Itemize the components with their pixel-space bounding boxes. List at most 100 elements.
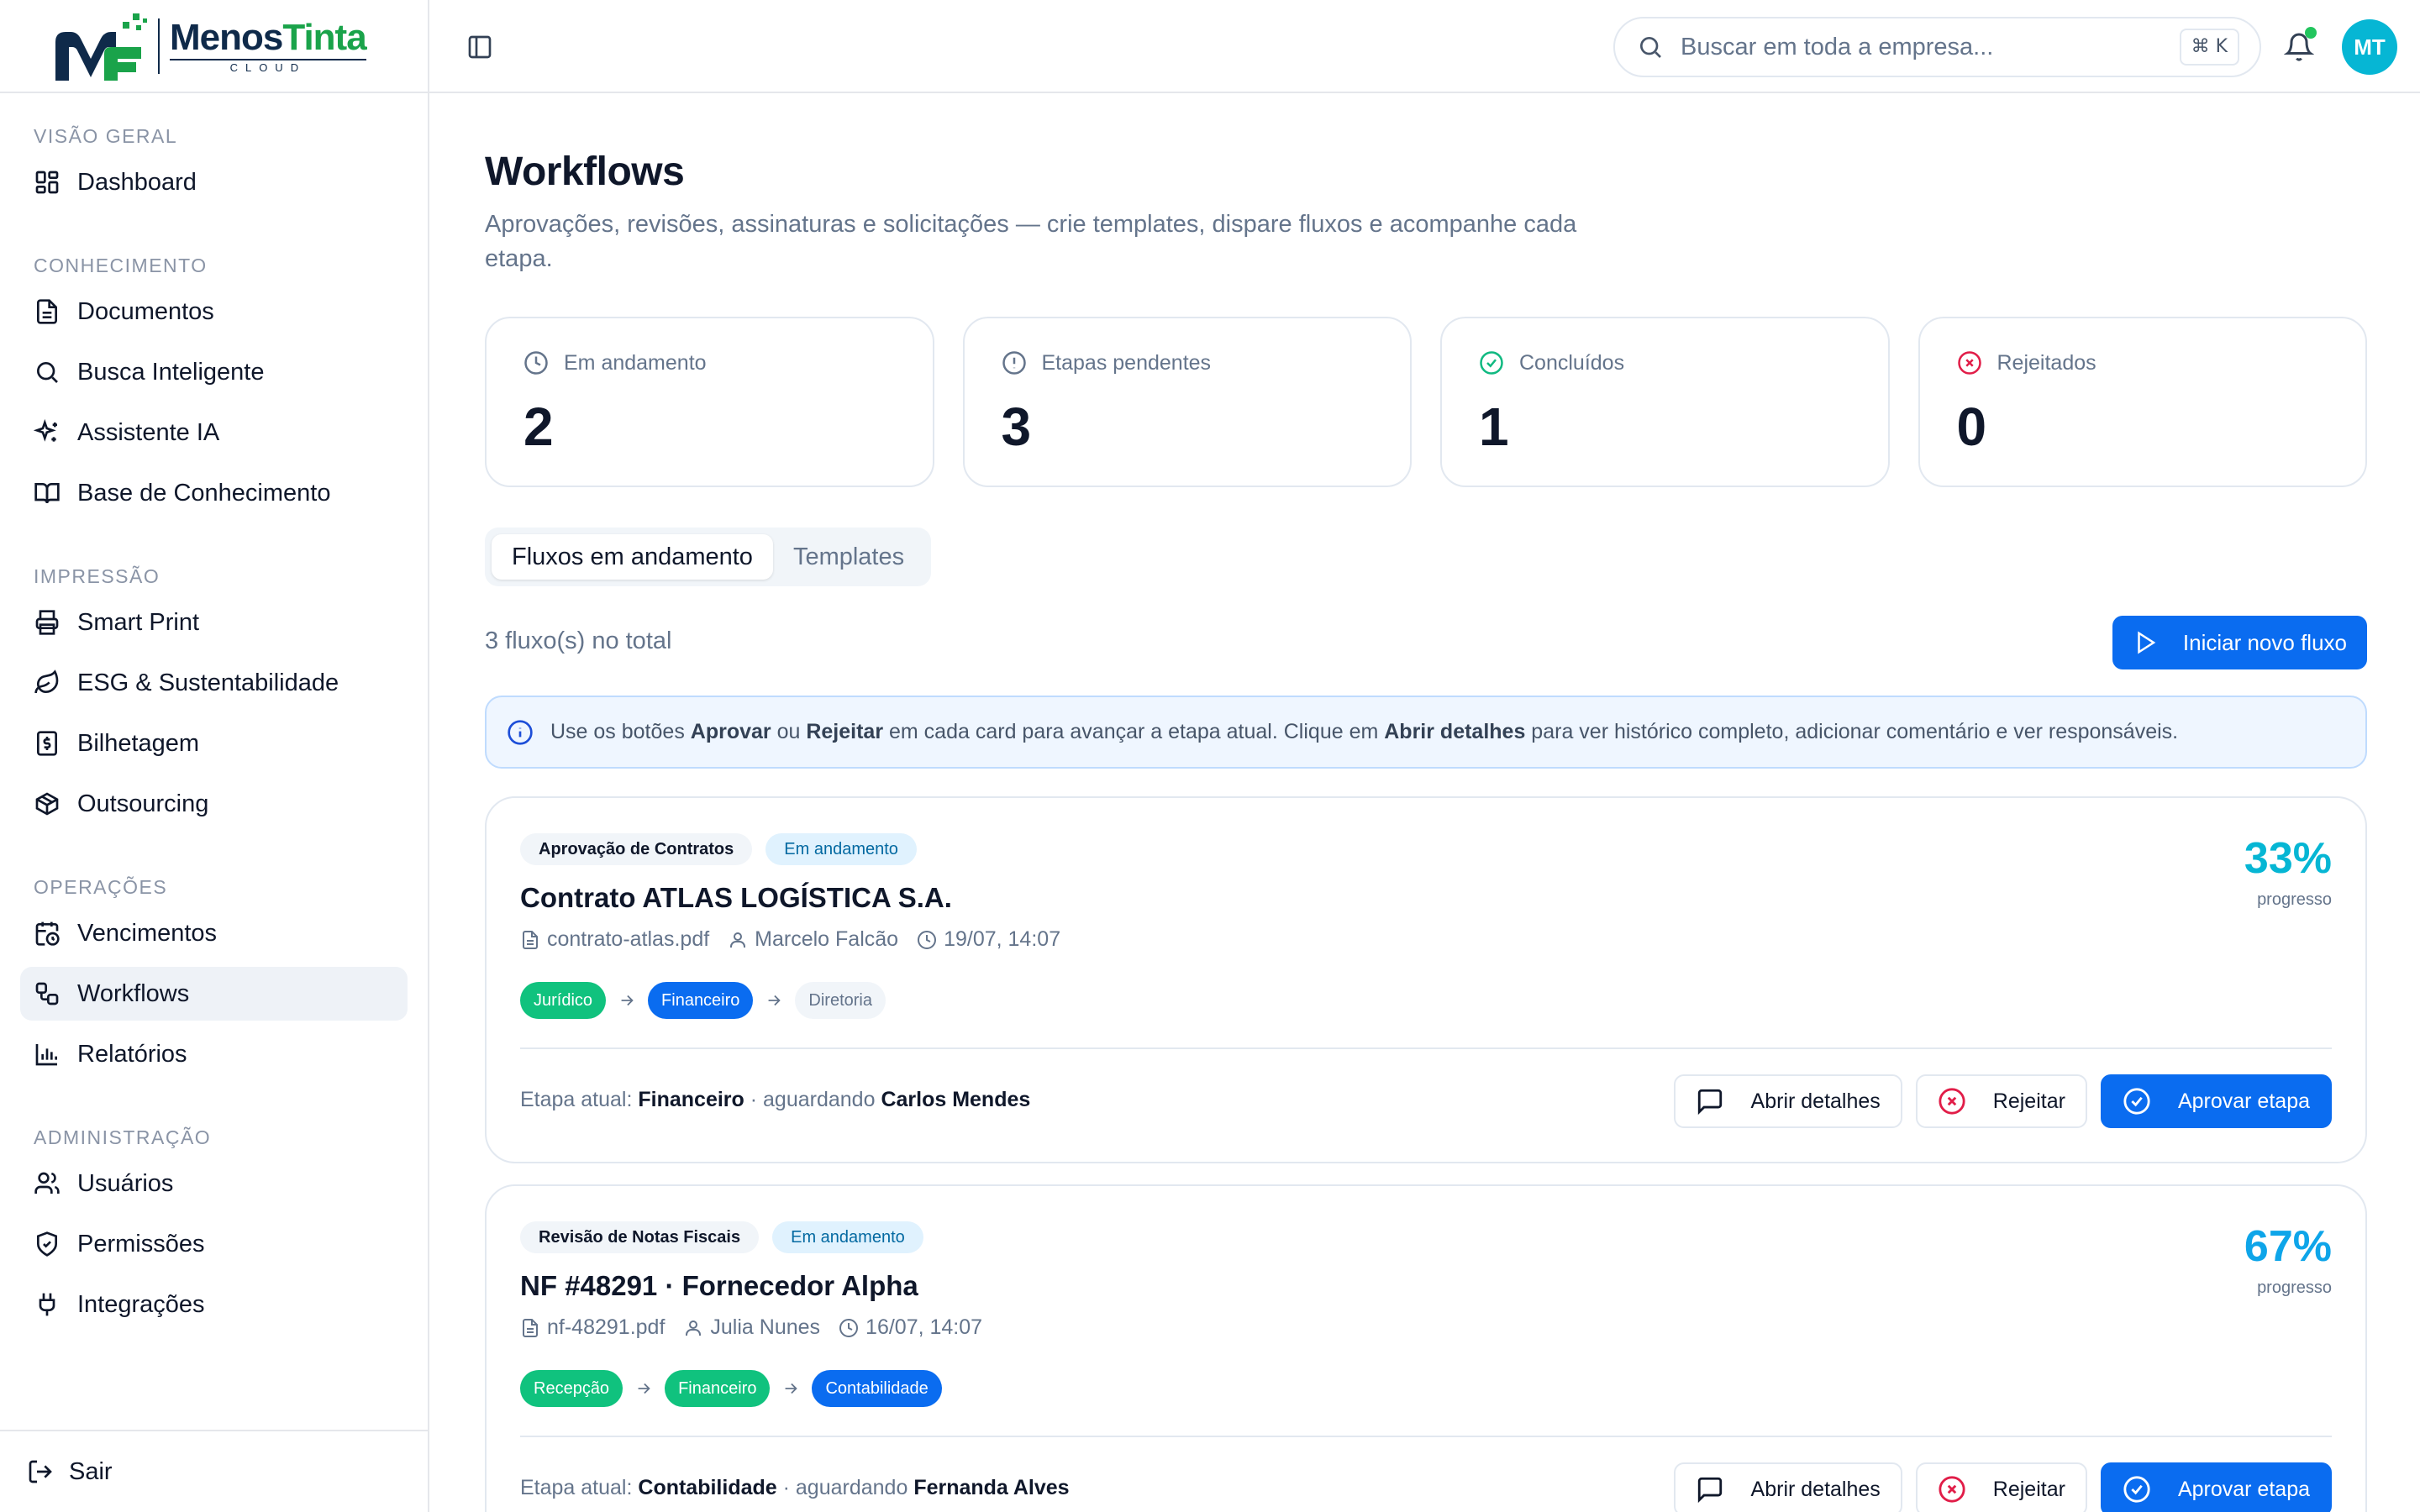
- search-shortcut: ⌘ K: [2179, 29, 2239, 66]
- card-actions: Abrir detalhes Rejeitar Aprovar etapa: [1673, 1074, 2332, 1128]
- stat-value: 2: [523, 396, 554, 457]
- x-circle-icon: [1957, 351, 1981, 375]
- reject-button[interactable]: Rejeitar: [1915, 1462, 2087, 1512]
- workflow-steps: Recepção Financeiro Contabilidade: [520, 1370, 942, 1407]
- workflow-icon: [35, 982, 59, 1005]
- search-bar[interactable]: ⌘ K: [1613, 17, 2261, 77]
- message-square-icon: [1697, 1477, 1722, 1504]
- sidebar-item-label: Vencimentos: [77, 919, 218, 947]
- tab-fluxos-em-andamento[interactable]: Fluxos em andamento: [492, 534, 773, 580]
- sidebar-item-esg[interactable]: ESG & Sustentabilidade: [20, 656, 408, 710]
- check-circle-icon: [1480, 351, 1503, 375]
- nav-section-title: ADMINISTRAÇÃO: [34, 1126, 212, 1148]
- topbar: ⌘ K MT: [429, 0, 2420, 93]
- page-subtitle: Aprovações, revisões, assinaturas e soli…: [485, 211, 1577, 272]
- sidebar-item-label: Outsourcing: [77, 790, 209, 817]
- avatar[interactable]: MT: [2342, 19, 2397, 75]
- stat-value: 1: [1479, 396, 1509, 457]
- check-circle-icon: [2123, 1088, 2150, 1115]
- menostinta-logo-icon: [55, 13, 147, 81]
- sidebar-item-label: Permissões: [77, 1230, 205, 1257]
- user-icon: [686, 1320, 702, 1336]
- logout-button[interactable]: Sair: [0, 1430, 428, 1512]
- stat-card-etapas-pendentes: Etapas pendentes 3: [962, 317, 1412, 487]
- divider: [520, 1436, 2332, 1437]
- workflow-steps: Jurídico Financeiro Diretoria: [520, 982, 886, 1019]
- sidebar-item-label: Workflows: [77, 979, 190, 1007]
- stat-value: 3: [1001, 396, 1032, 457]
- sidebar-item-label: Dashboard: [77, 168, 197, 196]
- sidebar-item-bilhetagem[interactable]: Bilhetagem: [20, 717, 408, 770]
- sidebar-item-vencimentos[interactable]: Vencimentos: [20, 906, 408, 960]
- step-pill: Financeiro: [665, 1370, 771, 1407]
- stat-label: Concluídos: [1519, 350, 1625, 375]
- progress: 67% progresso: [2244, 1221, 2332, 1298]
- workflow-card: Revisão de Notas Fiscais Em andamento NF…: [485, 1184, 2367, 1512]
- sidebar-item-base-conhecimento[interactable]: Base de Conhecimento: [20, 466, 408, 520]
- stat-card-em-andamento: Em andamento 2: [485, 317, 934, 487]
- stat-label: Em andamento: [564, 350, 707, 375]
- shield-icon: [37, 1231, 57, 1257]
- book-icon: [34, 483, 60, 504]
- users-icon: [34, 1172, 60, 1194]
- sidebar-item-label: Base de Conhecimento: [77, 479, 331, 507]
- page-title: Workflows: [485, 150, 685, 194]
- nav-section-title: VISÃO GERAL: [34, 125, 178, 147]
- sidebar-toggle-icon[interactable]: [466, 34, 493, 60]
- nav-section-title: CONHECIMENTO: [34, 255, 208, 276]
- clock-icon: [524, 351, 548, 375]
- arrow-right-icon: [621, 995, 634, 1006]
- progress-value: 33%: [2244, 834, 2332, 883]
- tabs: Fluxos em andamento Templates: [485, 528, 932, 586]
- tab-templates[interactable]: Templates: [773, 534, 924, 580]
- sidebar-item-busca-inteligente[interactable]: Busca Inteligente: [20, 345, 408, 399]
- sidebar-item-dashboard[interactable]: Dashboard: [20, 155, 408, 209]
- approve-step-button[interactable]: Aprovar etapa: [2100, 1462, 2332, 1512]
- receipt-icon: [37, 731, 57, 756]
- reject-button[interactable]: Rejeitar: [1915, 1074, 2087, 1128]
- info-text: Use os botões Aprovar ou Rejeitar em cad…: [550, 720, 2179, 743]
- nav-section-title: IMPRESSÃO: [34, 565, 160, 587]
- sidebar-item-assistente-ia[interactable]: Assistente IA: [20, 406, 408, 459]
- sidebar-item-usuarios[interactable]: Usuários: [20, 1157, 408, 1210]
- sidebar-item-label: ESG & Sustentabilidade: [77, 669, 339, 696]
- sidebar-item-outsourcing[interactable]: Outsourcing: [20, 777, 408, 831]
- workflow-owner: Julia Nunes: [710, 1315, 821, 1339]
- button-label: Rejeitar: [1992, 1477, 2065, 1501]
- approve-step-button[interactable]: Aprovar etapa: [2100, 1074, 2332, 1128]
- arrow-right-icon: [638, 1383, 650, 1394]
- calendar-clock-icon: [35, 921, 60, 946]
- sidebar-item-smart-print[interactable]: Smart Print: [20, 596, 408, 649]
- sidebar-item-documentos[interactable]: Documentos: [20, 285, 408, 339]
- sidebar-item-label: Documentos: [77, 297, 214, 325]
- workflow-file[interactable]: nf-48291.pdf: [547, 1315, 665, 1340]
- new-flow-button[interactable]: Iniciar novo fluxo: [2112, 616, 2367, 669]
- sidebar-item-integracoes[interactable]: Integrações: [20, 1278, 408, 1331]
- alert-circle-icon: [1002, 351, 1026, 375]
- status-badge: Em andamento: [765, 833, 917, 865]
- open-details-button[interactable]: Abrir detalhes: [1673, 1074, 1902, 1128]
- progress-value: 67%: [2244, 1222, 2332, 1271]
- sidebar-item-relatorios[interactable]: Relatórios: [20, 1027, 408, 1081]
- arrow-right-icon: [769, 995, 781, 1006]
- progress-label: progresso: [2257, 890, 2332, 909]
- workflow-meta: contrato-atlas.pdf Marcelo Falcão 19/07,…: [520, 927, 1079, 952]
- search-input[interactable]: [1681, 33, 2151, 61]
- button-label: Aprovar etapa: [2177, 1477, 2310, 1501]
- workflow-title: Contrato ATLAS LOGÍSTICA S.A.: [520, 882, 952, 913]
- workflow-file[interactable]: contrato-atlas.pdf: [547, 927, 709, 952]
- package-icon: [35, 792, 59, 816]
- brand-logo[interactable]: MenosTinta CLOUD: [0, 0, 428, 93]
- stat-value: 0: [1956, 396, 1987, 457]
- open-details-button[interactable]: Abrir detalhes: [1673, 1462, 1902, 1512]
- check-circle-icon: [2123, 1476, 2150, 1503]
- current-step-text: Etapa atual: Contabilidade · aguardando …: [520, 1476, 1070, 1499]
- search-icon: [37, 362, 58, 383]
- play-icon: [2138, 631, 2156, 654]
- step-pill: Financeiro: [648, 982, 754, 1019]
- file-icon: [37, 299, 57, 324]
- sidebar-item-permissoes[interactable]: Permissões: [20, 1217, 408, 1271]
- flows-total: 3 fluxo(s) no total: [485, 627, 672, 654]
- stat-label: Rejeitados: [1996, 350, 2096, 375]
- sidebar-item-workflows[interactable]: Workflows: [20, 967, 408, 1021]
